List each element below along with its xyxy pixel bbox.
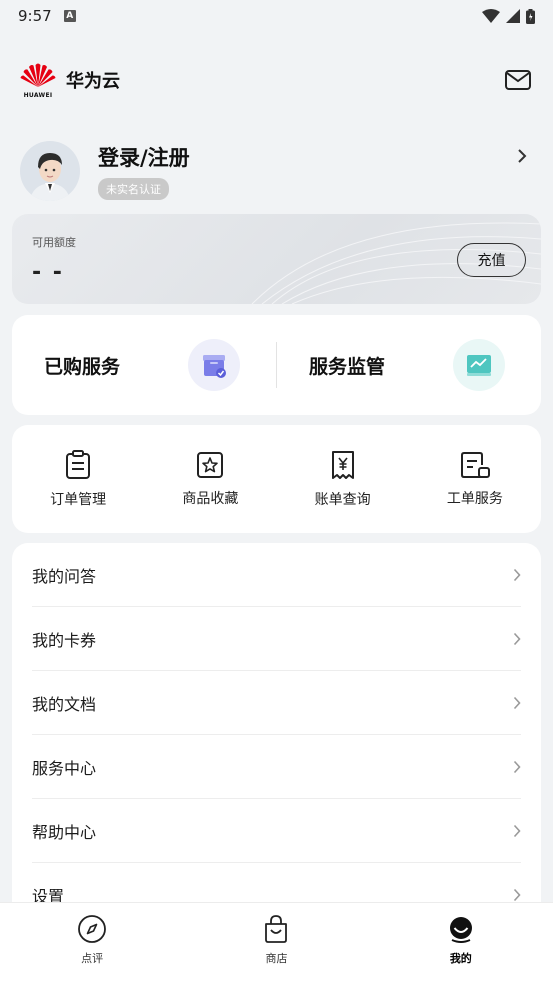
purchased-services-button[interactable]: 已购服务 — [12, 315, 276, 415]
quick-actions-card: 订单管理 商品收藏 账单查询 工单服务 — [12, 425, 541, 533]
purchased-services-label: 已购服务 — [44, 355, 121, 378]
status-time: 9:57 — [18, 7, 52, 25]
quick-action-orders[interactable]: 订单管理 — [12, 425, 144, 533]
chevron-right-icon — [513, 696, 521, 709]
chevron-right-icon — [518, 149, 527, 163]
box-check-icon — [188, 339, 240, 391]
profile-section[interactable]: 登录/注册 未实名认证 — [20, 138, 533, 204]
quota-card: 可用额度 - - 充值 — [12, 214, 541, 304]
login-register-link[interactable]: 登录/注册 — [98, 142, 511, 172]
quota-value: - - — [32, 260, 64, 285]
menu-list: 我的问答 我的卡券 我的文档 服务中心 帮助中心 设置 — [12, 543, 541, 963]
compass-icon — [78, 915, 107, 943]
menu-item-label: 我的卡券 — [32, 630, 97, 650]
tab-reviews[interactable]: 点评 — [0, 903, 184, 983]
star-icon — [197, 451, 224, 478]
chevron-right-icon — [513, 632, 521, 645]
huawei-logo: HUAWEI — [20, 61, 56, 99]
tab-store[interactable]: 商店 — [184, 903, 368, 983]
tab-label: 商店 — [265, 952, 288, 965]
quick-action-label: 工单服务 — [446, 490, 503, 507]
menu-item-service-center[interactable]: 服务中心 — [32, 735, 521, 799]
chevron-right-icon — [513, 760, 521, 773]
tab-label: 我的 — [449, 952, 472, 965]
quick-action-label: 订单管理 — [50, 491, 107, 508]
service-monitor-label: 服务监管 — [309, 355, 386, 378]
recharge-button[interactable]: 充值 — [457, 243, 526, 277]
menu-item-label: 我的问答 — [32, 566, 97, 586]
mail-icon — [505, 70, 531, 90]
avatar[interactable] — [20, 141, 80, 201]
ticket-icon — [460, 451, 490, 478]
quick-action-favorites[interactable]: 商品收藏 — [144, 425, 276, 533]
services-card: 已购服务 服务监管 — [12, 315, 541, 415]
brand: HUAWEI 华为云 — [20, 61, 120, 99]
tab-me[interactable]: 我的 — [369, 903, 553, 983]
chevron-right-icon — [513, 824, 521, 837]
user-face-icon — [449, 917, 472, 943]
menu-item-label: 帮助中心 — [32, 822, 97, 842]
menu-item-label: 我的文档 — [32, 694, 97, 714]
quick-action-bills[interactable]: 账单查询 — [277, 425, 409, 533]
shopping-bag-icon — [265, 915, 288, 943]
status-bar: 9:57 A — [0, 0, 553, 32]
messages-button[interactable] — [503, 65, 533, 95]
quick-action-label: 商品收藏 — [182, 490, 239, 507]
notification-icon: A — [63, 10, 76, 22]
quota-label: 可用额度 — [32, 236, 76, 249]
logo-wordmark: HUAWEI — [23, 92, 53, 99]
signal-icon — [506, 9, 520, 23]
menu-item-help-center[interactable]: 帮助中心 — [32, 799, 521, 863]
chevron-right-icon — [513, 888, 521, 902]
quick-action-tickets[interactable]: 工单服务 — [409, 425, 541, 533]
menu-item-my-qa[interactable]: 我的问答 — [32, 543, 521, 607]
brand-name: 华为云 — [66, 71, 120, 92]
service-monitor-button[interactable]: 服务监管 — [277, 315, 541, 415]
clipboard-icon — [66, 449, 91, 479]
quick-action-label: 账单查询 — [314, 491, 371, 508]
wifi-icon — [482, 9, 500, 23]
menu-item-my-coupons[interactable]: 我的卡券 — [32, 607, 521, 671]
bottom-tab-bar: 点评 商店 我的 — [0, 902, 553, 983]
verification-badge: 未实名认证 — [98, 178, 169, 200]
menu-item-label: 服务中心 — [32, 758, 97, 778]
receipt-icon — [331, 450, 354, 479]
chevron-right-icon — [513, 568, 521, 581]
battery-icon — [526, 8, 535, 24]
monitor-chart-icon — [453, 339, 505, 391]
profile-chevron-button[interactable] — [511, 145, 533, 167]
tab-label: 点评 — [81, 952, 104, 965]
app-header: HUAWEI 华为云 — [0, 56, 553, 104]
menu-item-my-documents[interactable]: 我的文档 — [32, 671, 521, 735]
